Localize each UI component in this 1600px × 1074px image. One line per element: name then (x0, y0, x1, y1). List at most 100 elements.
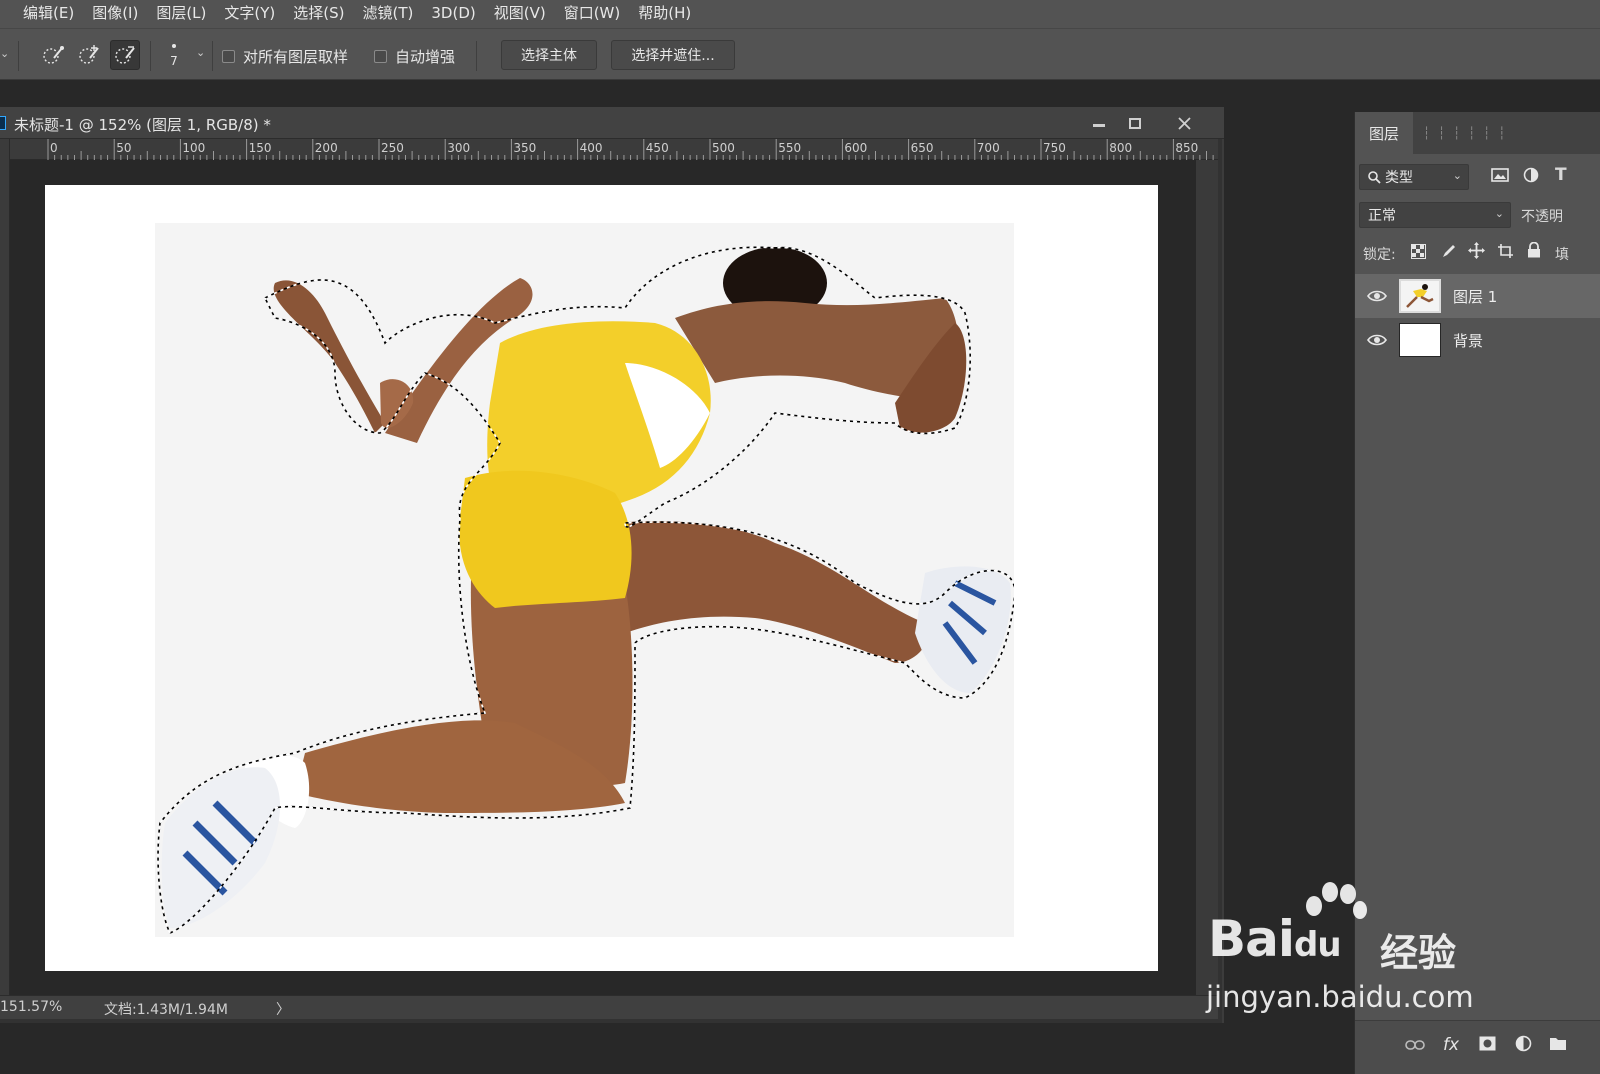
lock-image-pixels-icon[interactable] (1441, 243, 1457, 263)
document-tab[interactable]: 未标题-1 @ 152% (图层 1, RGB/8) * (0, 107, 1224, 139)
select-subject-button[interactable]: 选择主体 (501, 40, 597, 70)
options-divider (212, 41, 213, 71)
ruler-label: 50 (116, 141, 132, 155)
sample-all-layers-checkbox[interactable] (222, 50, 235, 63)
arm-left (273, 280, 385, 433)
minimize-icon[interactable] (1086, 111, 1112, 135)
ruler-label: 350 (513, 141, 537, 155)
filter-adjustment-layers-icon[interactable] (1523, 167, 1539, 187)
eye-icon[interactable] (1367, 332, 1387, 348)
brush-size-picker[interactable]: 7 (166, 39, 182, 73)
ruler-label: 850 (1175, 141, 1199, 155)
menu-bar: 编辑(E) 图像(I) 图层(L) 文字(Y) 选择(S) 滤镜(T) 3D(D… (0, 0, 1600, 28)
canvas[interactable] (45, 185, 1158, 971)
layer-row[interactable]: 背景 (1355, 318, 1600, 362)
brush-size-value: 7 (170, 54, 178, 68)
maximize-icon[interactable] (1122, 111, 1148, 135)
ruler-label: 800 (1109, 141, 1133, 155)
ruler-label: 450 (645, 141, 669, 155)
eye-icon[interactable] (1367, 288, 1387, 304)
layer-name[interactable]: 图层 1 (1453, 286, 1497, 307)
lock-artboard-icon[interactable] (1497, 243, 1514, 263)
blend-mode-value: 正常 (1368, 208, 1396, 224)
new-group-folder-icon[interactable] (1549, 1036, 1567, 1055)
document-title: 未标题-1 @ 152% (图层 1, RGB/8) * (14, 116, 271, 134)
zoom-level[interactable]: 151.57% (0, 999, 62, 1015)
ruler-label: 750 (1043, 141, 1066, 155)
add-to-selection-brush-icon[interactable] (74, 40, 104, 70)
runner-figure (157, 246, 1014, 935)
options-divider (18, 41, 19, 71)
ruler-label: 200 (314, 141, 338, 155)
baidu-paw-icon (1306, 882, 1367, 919)
search-icon (1368, 170, 1381, 184)
chevron-down-icon: ⌄ (1452, 169, 1462, 182)
chevron-down-icon: ⌄ (1494, 207, 1504, 220)
menu-select[interactable]: 选择(S) (284, 0, 353, 28)
menu-image[interactable]: 图像(I) (83, 0, 147, 28)
layer-filter-select[interactable]: 类型 ⌄ (1359, 164, 1469, 190)
baidu-jingyan-watermark: Baidu 经验 jingyan.baidu.com (1200, 880, 1500, 1020)
options-divider (150, 41, 151, 71)
blend-mode-select[interactable]: 正常 ⌄ (1359, 202, 1511, 228)
ruler-label: 100 (182, 141, 206, 155)
layer-name[interactable]: 背景 (1453, 330, 1483, 351)
select-and-mask-button[interactable]: 选择并遮住... (611, 40, 735, 70)
layer-row[interactable]: 图层 1 (1355, 274, 1600, 318)
vertical-scrollbar[interactable] (1196, 160, 1218, 995)
options-bar: ⌄ 7 ⌄ 对所有图层取样 自动增强 选择主体 选择并遮住... (0, 28, 1600, 80)
ruler-label: 550 (778, 141, 802, 155)
auto-enhance-checkbox[interactable] (374, 50, 387, 63)
leg-back (615, 521, 928, 663)
add-mask-icon[interactable] (1479, 1036, 1496, 1055)
ruler-label: 650 (910, 141, 934, 155)
sample-all-layers-option[interactable]: 对所有图层取样 (222, 46, 348, 67)
menu-view[interactable]: 视图(V) (485, 0, 555, 28)
horizontal-ruler[interactable]: 0 50 100 150 200 250 300 350 400 450 500 550 600 650 7… (10, 139, 1218, 160)
collapsed-panel-tabs[interactable]: ┆ ┆ ┆ ┆ ┆ ┆ (1423, 126, 1507, 140)
menu-window[interactable]: 窗口(W) (555, 0, 630, 28)
document-window: 未标题-1 @ 152% (图层 1, RGB/8) * 0 50 100 150 20… (0, 107, 1224, 1023)
menu-3d[interactable]: 3D(D) (422, 0, 484, 28)
layer-filter-label: 类型 (1385, 170, 1413, 186)
menu-help[interactable]: 帮助(H) (629, 0, 700, 28)
watermark-url: jingyan.baidu.com (1206, 980, 1474, 1014)
status-bar: 151.57% 文档:1.43M/1.94M 〉 (0, 995, 1218, 1019)
brush-dot-icon (172, 44, 176, 48)
filter-pixel-layers-icon[interactable] (1491, 167, 1509, 187)
brush-picker-chevron-icon[interactable]: ⌄ (196, 46, 205, 59)
lock-all-icon[interactable] (1527, 241, 1541, 262)
ruler-label: 300 (447, 141, 471, 155)
image-layer[interactable] (155, 223, 1014, 937)
menu-type[interactable]: 文字(Y) (215, 0, 284, 28)
status-menu-arrow-icon[interactable]: 〉 (276, 999, 290, 1019)
layers-panel-footer: fx (1355, 1020, 1600, 1074)
ruler-label: 0 (50, 141, 58, 155)
tool-preset-chevron-icon[interactable]: ⌄ (0, 47, 9, 60)
close-icon[interactable] (1171, 111, 1197, 135)
auto-enhance-option[interactable]: 自动增强 (374, 46, 455, 67)
lock-transparent-pixels-icon[interactable] (1411, 244, 1426, 263)
menu-layer[interactable]: 图层(L) (147, 0, 215, 28)
ps-document-icon (0, 116, 6, 130)
runner-thumbnail-icon (1401, 281, 1439, 311)
options-divider (476, 41, 477, 71)
layer-style-fx-icon[interactable]: fx (1443, 1035, 1459, 1055)
sample-all-layers-label: 对所有图层取样 (243, 48, 349, 66)
menu-filter[interactable]: 滤镜(T) (354, 0, 423, 28)
layers-panel-tabs: 图层 ┆ ┆ ┆ ┆ ┆ ┆ (1355, 112, 1600, 154)
tab-layers[interactable]: 图层 (1355, 112, 1413, 154)
lock-position-icon[interactable] (1468, 242, 1485, 263)
ruler-label: 250 (381, 141, 404, 155)
new-selection-brush-icon[interactable] (38, 40, 68, 70)
filter-type-layers-icon[interactable]: T (1555, 165, 1567, 185)
menu-edit[interactable]: 编辑(E) (14, 0, 83, 28)
link-layers-icon[interactable] (1405, 1039, 1425, 1055)
document-size: 文档:1.43M/1.94M (104, 1002, 228, 1018)
subtract-from-selection-brush-icon[interactable] (110, 40, 140, 70)
layer-thumbnail (1399, 279, 1441, 313)
ruler-label: 500 (712, 141, 735, 155)
watermark-jingyan: 经验 (1380, 931, 1457, 975)
new-adjustment-layer-icon[interactable] (1515, 1035, 1532, 1056)
vertical-ruler[interactable] (0, 139, 10, 995)
